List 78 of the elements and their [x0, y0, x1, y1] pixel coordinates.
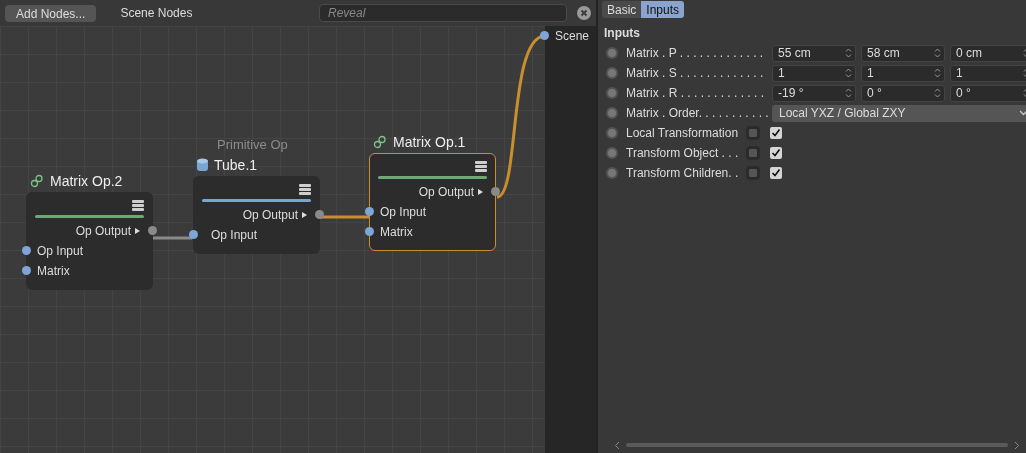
output-port-label: Op Output	[418, 185, 474, 199]
node-title: Tube.1	[214, 157, 258, 173]
add-nodes-button[interactable]: Add Nodes...	[5, 4, 97, 22]
scroll-right-icon[interactable]	[1014, 440, 1020, 450]
keyframe-toggle[interactable]	[606, 47, 618, 59]
animate-toggle[interactable]	[746, 146, 760, 160]
input-port-label: Matrix	[37, 264, 70, 278]
keyframe-toggle[interactable]	[606, 87, 618, 99]
output-port[interactable]	[315, 210, 324, 219]
keyframe-toggle[interactable]	[606, 67, 618, 79]
number-field[interactable]: 55 cm	[772, 44, 856, 62]
checkbox[interactable]	[770, 147, 782, 159]
parameter-label: Matrix . R . . . . . . . . . . . . .	[626, 86, 766, 100]
animate-toggle[interactable]	[746, 166, 760, 180]
keyframe-toggle[interactable]	[606, 107, 618, 119]
connection-wire	[153, 236, 192, 240]
checkbox[interactable]	[770, 127, 782, 139]
number-field[interactable]: 0 cm	[950, 44, 1026, 62]
number-field[interactable]: -19 °	[772, 84, 856, 102]
number-field[interactable]: 1	[772, 64, 856, 82]
number-field[interactable]: 0 °	[950, 84, 1026, 102]
output-port-label: Op Output	[75, 224, 131, 238]
stepper-icon[interactable]	[934, 47, 941, 59]
dropdown[interactable]: Local YXZ / Global ZXY	[772, 104, 1026, 122]
input-port-label: Op Input	[37, 244, 84, 258]
number-field[interactable]: 1	[861, 64, 945, 82]
input-port[interactable]	[540, 31, 549, 40]
input-port-label: Matrix	[380, 225, 413, 239]
section-heading: Inputs	[604, 26, 641, 40]
menu-icon[interactable]	[132, 200, 144, 211]
tab[interactable]: Basic	[602, 1, 642, 18]
stepper-icon[interactable]	[845, 67, 852, 79]
stepper-icon[interactable]	[845, 87, 852, 99]
parameter-label: Transform Children. .	[626, 166, 740, 180]
tab[interactable]: Inputs	[641, 1, 685, 18]
output-port[interactable]	[491, 187, 500, 196]
input-port-label: Op Input	[211, 228, 258, 242]
number-field[interactable]: 58 cm	[861, 44, 945, 62]
stepper-icon[interactable]	[934, 67, 941, 79]
clear-icon[interactable]	[577, 6, 591, 20]
node-subtitle: Primitive Op	[217, 136, 289, 154]
cylinder-icon	[197, 158, 208, 172]
output-port[interactable]	[148, 226, 157, 235]
parameter-label: Matrix . S . . . . . . . . . . . . .	[626, 66, 765, 80]
stepper-icon[interactable]	[934, 87, 941, 99]
parameter-label: Matrix . Order. . . . . . . . . . .	[626, 106, 770, 120]
menu-icon[interactable]	[475, 161, 487, 172]
parameter-label: Matrix . P . . . . . . . . . . . . .	[626, 46, 765, 60]
number-field[interactable]: 1	[950, 64, 1026, 82]
parameter-label: Local Transformation	[626, 126, 740, 140]
node-title: Matrix Op.1	[393, 134, 466, 150]
connection-wire	[320, 215, 370, 219]
search-field[interactable]: Reveal	[319, 4, 567, 22]
input-port[interactable]	[365, 207, 374, 216]
input-port[interactable]	[189, 230, 198, 239]
input-port-label: Op Input	[380, 205, 427, 219]
output-port-label: Op Output	[242, 208, 298, 222]
keyframe-toggle[interactable]	[606, 127, 618, 139]
triangle-icon	[302, 212, 307, 218]
animate-toggle[interactable]	[746, 126, 760, 140]
parameter-label: Transform Object . . .	[626, 146, 740, 160]
keyframe-toggle[interactable]	[606, 167, 618, 179]
stepper-icon[interactable]	[845, 47, 852, 59]
scroll-left-icon[interactable]	[614, 440, 620, 450]
keyframe-toggle[interactable]	[606, 147, 618, 159]
scrollbar[interactable]	[626, 443, 1008, 447]
chevron-down-icon	[1019, 110, 1026, 116]
checkbox[interactable]	[770, 167, 782, 179]
scene-port-label: Scene	[555, 29, 590, 43]
triangle-icon	[135, 228, 140, 234]
input-port[interactable]	[22, 266, 31, 275]
number-field[interactable]: 0 °	[861, 84, 945, 102]
input-port[interactable]	[22, 246, 31, 255]
input-port[interactable]	[365, 227, 374, 236]
node-title: Matrix Op.2	[50, 173, 123, 189]
triangle-icon	[478, 189, 483, 195]
menu-icon[interactable]	[299, 184, 311, 195]
editor-title: Scene Nodes	[120, 6, 193, 20]
